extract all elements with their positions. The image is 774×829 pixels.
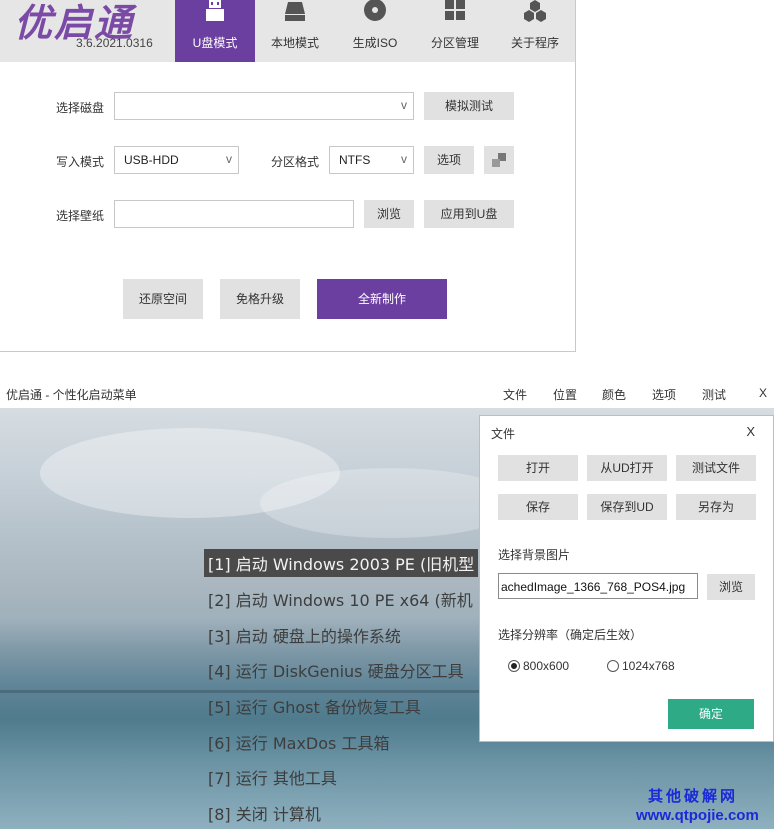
write-mode-value: USB-HDD bbox=[124, 153, 179, 167]
browse-button[interactable]: 浏览 bbox=[364, 200, 414, 228]
tab-partition-manage[interactable]: 分区管理 bbox=[415, 0, 495, 62]
restore-space-button[interactable]: 还原空间 bbox=[123, 279, 203, 319]
window-close-button[interactable]: X bbox=[759, 386, 767, 400]
boot-menu-item[interactable]: [5] 运行 Ghost 备份恢复工具 bbox=[208, 694, 421, 718]
boot-menu-item[interactable]: [7] 运行 其他工具 bbox=[208, 765, 337, 789]
bg-image-path-value: achedImage_1366_768_POS4.jpg bbox=[501, 580, 686, 594]
disk-label: 选择磁盘 bbox=[56, 101, 105, 115]
boot-menu-item[interactable]: [6] 运行 MaxDos 工具箱 bbox=[208, 730, 389, 754]
hexagons-icon bbox=[524, 0, 546, 22]
save-as-button[interactable]: 另存为 bbox=[676, 494, 756, 520]
resolution-800-radio[interactable]: 800x600 bbox=[508, 659, 569, 673]
usb-drive-icon bbox=[206, 0, 224, 21]
file-dialog: 文件 X 打开 从UD打开 测试文件 保存 保存到UD 另存为 选择背景图片 a… bbox=[479, 415, 774, 742]
boot-menu-item[interactable]: [8] 关闭 计算机 bbox=[208, 801, 321, 825]
tab-label: U盘模式 bbox=[192, 36, 238, 50]
tab-about[interactable]: 关于程序 bbox=[495, 0, 575, 62]
confirm-button[interactable]: 确定 bbox=[668, 699, 754, 729]
partition-format-label: 分区格式 bbox=[271, 155, 320, 169]
chevron-down-icon: v bbox=[226, 152, 232, 166]
grid-squares-icon bbox=[492, 153, 506, 167]
hard-disk-icon bbox=[285, 2, 305, 21]
menu-color[interactable]: 颜色 bbox=[602, 386, 626, 403]
bg-browse-button[interactable]: 浏览 bbox=[707, 574, 755, 600]
radio-label: 1024x768 bbox=[622, 659, 675, 673]
boot-menu-item[interactable]: [2] 启动 Windows 10 PE x64 (新机 bbox=[208, 587, 473, 611]
bg-image-path-input[interactable]: achedImage_1366_768_POS4.jpg bbox=[498, 573, 698, 599]
menu-test[interactable]: 测试 bbox=[702, 386, 726, 403]
boot-menu-item[interactable]: [1] 启动 Windows 2003 PE (旧机型 bbox=[204, 549, 479, 577]
radio-selected-icon bbox=[508, 660, 520, 672]
simulate-test-button[interactable]: 模拟测试 bbox=[424, 92, 514, 120]
save-button[interactable]: 保存 bbox=[498, 494, 578, 520]
tab-label: 生成ISO bbox=[352, 36, 398, 50]
resolution-1024-radio[interactable]: 1024x768 bbox=[607, 659, 675, 673]
apply-to-usb-button[interactable]: 应用到U盘 bbox=[424, 200, 514, 228]
open-from-ud-button[interactable]: 从UD打开 bbox=[587, 455, 667, 481]
menu-options[interactable]: 选项 bbox=[652, 386, 676, 403]
wallpaper-label: 选择壁纸 bbox=[56, 209, 105, 223]
tab-label: 关于程序 bbox=[510, 36, 559, 50]
options-button[interactable]: 选项 bbox=[424, 146, 474, 174]
free-upgrade-button[interactable]: 免格升级 bbox=[220, 279, 300, 319]
tab-local-mode[interactable]: 本地模式 bbox=[255, 0, 335, 62]
write-mode-label: 写入模式 bbox=[56, 155, 105, 169]
write-mode-select[interactable]: USB-HDD v bbox=[114, 146, 239, 174]
close-icon[interactable]: X bbox=[746, 424, 755, 439]
dialog-title: 文件 bbox=[491, 427, 516, 441]
main-window: 优启通 3.6.2021.0316 U盘模式 本地模式 生成ISO 分区管理 关… bbox=[0, 0, 576, 352]
boot-menu-item[interactable]: [3] 启动 硬盘上的操作系统 bbox=[208, 623, 401, 647]
menu-position[interactable]: 位置 bbox=[553, 386, 577, 403]
save-to-ud-button[interactable]: 保存到UD bbox=[587, 494, 667, 520]
partition-format-value: NTFS bbox=[339, 153, 371, 167]
tab-label: 本地模式 bbox=[270, 36, 319, 50]
partition-grid-icon bbox=[445, 0, 465, 20]
menu-editor-titlebar: 优启通 - 个性化启动菜单 文件 位置 颜色 选项 测试 X bbox=[0, 378, 774, 408]
wallpaper-input[interactable] bbox=[114, 200, 354, 228]
chevron-down-icon: v bbox=[401, 98, 407, 112]
radio-unselected-icon bbox=[607, 660, 619, 672]
radio-label: 800x600 bbox=[523, 659, 570, 673]
menu-file[interactable]: 文件 bbox=[503, 386, 527, 403]
bg-image-section-label: 选择背景图片 bbox=[498, 548, 571, 562]
tab-label: 分区管理 bbox=[430, 36, 479, 50]
watermark-line-1: 其他破解网 bbox=[648, 788, 739, 805]
extra-settings-button[interactable] bbox=[484, 146, 514, 174]
header-bar: 优启通 3.6.2021.0316 U盘模式 本地模式 生成ISO 分区管理 关… bbox=[0, 0, 575, 62]
partition-format-select[interactable]: NTFS v bbox=[329, 146, 414, 174]
boot-menu-item[interactable]: [4] 运行 DiskGenius 硬盘分区工具 bbox=[208, 658, 464, 682]
tab-usb-mode[interactable]: U盘模式 bbox=[175, 0, 255, 62]
new-create-button[interactable]: 全新制作 bbox=[317, 279, 447, 319]
open-button[interactable]: 打开 bbox=[498, 455, 578, 481]
watermark-line-2: www.qtpojie.com bbox=[636, 807, 759, 824]
version-label: 3.6.2021.0316 bbox=[76, 36, 153, 50]
tab-generate-iso[interactable]: 生成ISO bbox=[335, 0, 415, 62]
disc-icon bbox=[364, 0, 386, 21]
disk-select[interactable]: v bbox=[114, 92, 414, 120]
resolution-section-label: 选择分辨率（确定后生效） bbox=[498, 628, 643, 642]
test-file-button[interactable]: 测试文件 bbox=[676, 455, 756, 481]
chevron-down-icon: v bbox=[401, 152, 407, 166]
menu-editor-title: 优启通 - 个性化启动菜单 bbox=[6, 388, 137, 402]
